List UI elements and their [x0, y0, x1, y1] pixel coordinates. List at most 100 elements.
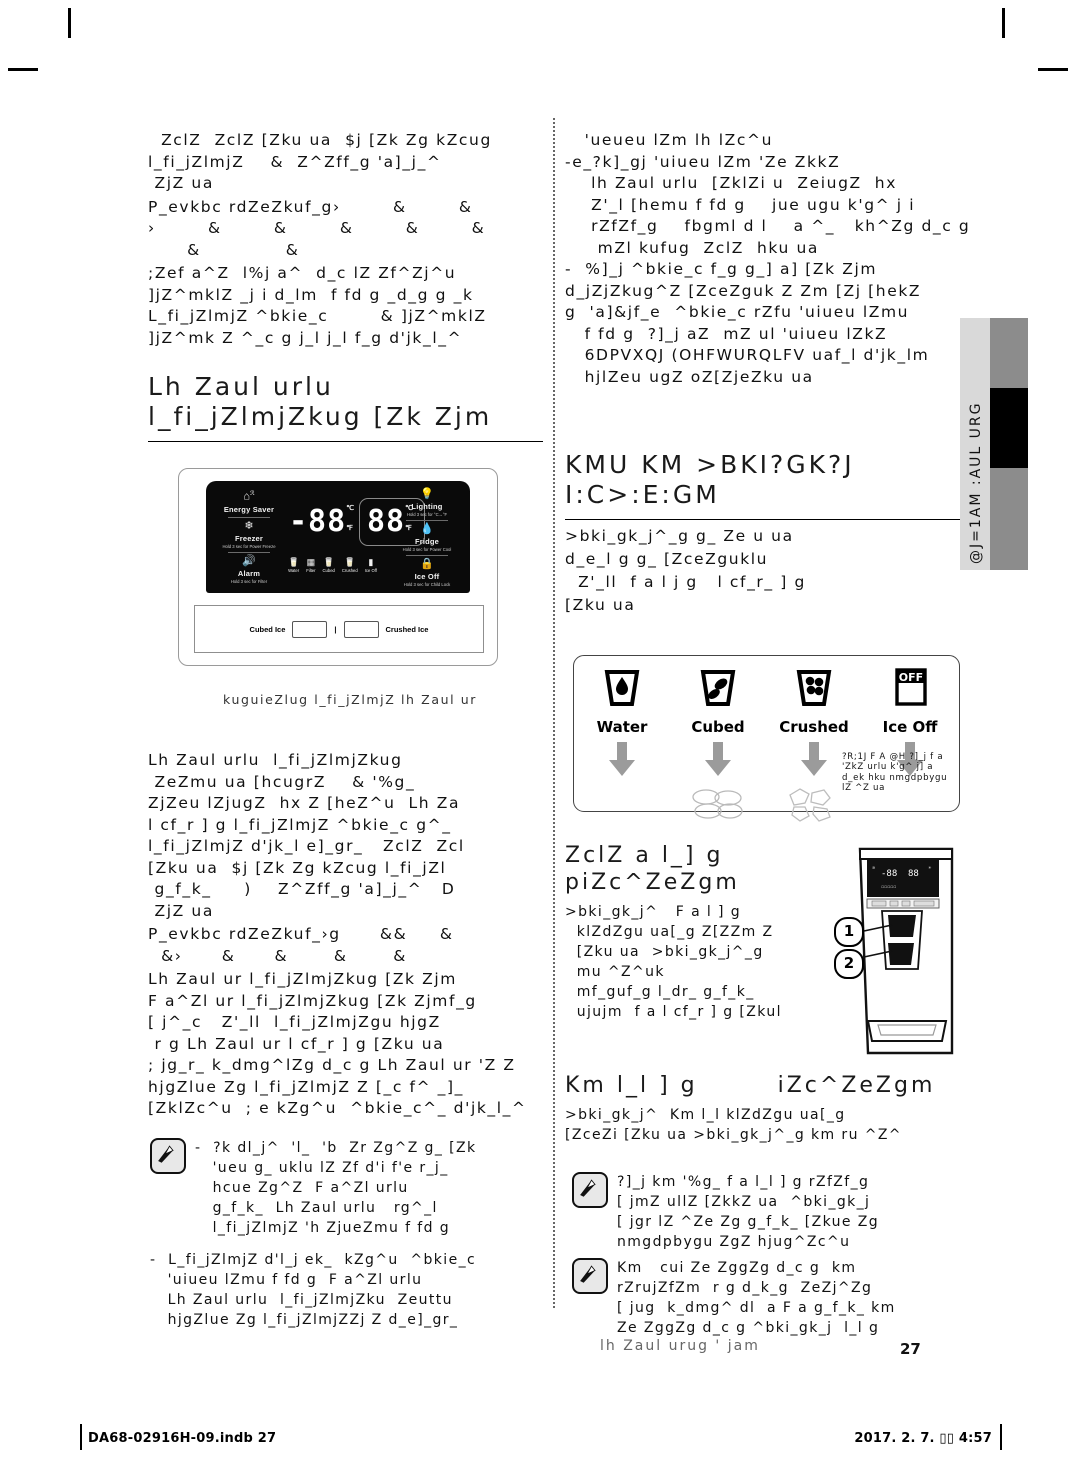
filter-status-label: Filter — [306, 568, 316, 573]
filter-status-icon: ▦ Filter — [306, 557, 315, 573]
water-dispense-option[interactable]: Water — [574, 664, 670, 828]
water-use-heading-line-1: ZclZ a l_] g — [565, 843, 724, 868]
crop-rule-right — [1038, 68, 1068, 71]
section-heading-dispenser: KMU KM >BKI?GK?J I:C>:E:GM — [565, 450, 965, 520]
control-panel-figure-caption: kuguieZlug l_fi_jZlmjZ lh Zaul ur — [222, 692, 478, 707]
cubed-ice-option[interactable]: Cubed — [670, 664, 766, 828]
left-intro-paragraph: ZclZ ZclZ [Zku ua $j [Zk Zg kZcug l_fi_j… — [148, 131, 492, 192]
freezer-label: Freezer — [234, 533, 264, 543]
left-paragraph-2: Lh Zaul urlu l_fi_jZlmjZkug ZeZmu ua [hc… — [148, 751, 465, 920]
fridge-key[interactable]: 💧 Fridge Hold 3 sec for Power Cool — [394, 524, 460, 553]
lighting-key[interactable]: 💡 Lighting Hold 3 sec for °C↔°F — [394, 488, 460, 518]
dispenser-figure-note: ?R;1J F A @H ?]_j f a 'ZkZ urlu k'g^ j] … — [842, 752, 948, 794]
ice-off-sublabel: Hold 3 sec for Child Lock — [403, 582, 451, 587]
left-note-1: - ?k dl_j^ 'l_ 'b Zr Zg^Z g_ [Zk 'ueu g_… — [150, 1138, 550, 1238]
callout-1: 1 — [834, 917, 864, 947]
footer-filename: DA68-02916H-09.indb 27 — [88, 1431, 277, 1446]
right-note-1-text: ?]_j km '%g_ f a l_l ] g rZfZf_g [ jmZ u… — [617, 1174, 880, 1250]
freezer-temperature-display: -88 ℃ ℉ — [289, 504, 355, 539]
svg-text:OFF: OFF — [899, 671, 923, 684]
lower-right-block-1: ZclZ a l_] g piZc^ZeZgm >bki_gk_j^ F a l… — [565, 842, 865, 1022]
control-panel-figure: ⌂ℛ Energy Saver ❄ Freezer Hold 3 sec for… — [178, 468, 498, 666]
fridge-label: Fridge — [414, 537, 440, 546]
dispenser-heading-wrap: KMU KM >BKI?GK?J I:C>:E:GM — [565, 450, 965, 520]
ice-off-option-label: Ice Off — [882, 718, 938, 736]
down-arrow-icon — [801, 742, 827, 776]
crushed-arrow-wrap — [801, 742, 827, 781]
left-column-lower: Lh Zaul urlu l_fi_jZlmjZkug ZeZmu ua [hc… — [148, 750, 548, 1120]
water-glass-icon — [604, 670, 640, 706]
crushed-ice-button[interactable] — [343, 620, 379, 638]
left-table-line-4: P_evkbc rdZeZkuf_›g && & — [148, 925, 454, 943]
section-heading-temperature: Lh Zaul urlu l_fi_jZlmjZkug [Zk Zjm — [148, 372, 543, 442]
left-table-line-3: & & — [148, 240, 300, 259]
freezer-key[interactable]: ❄ Freezer Hold 3 sec for Power Freeze — [216, 519, 282, 549]
filter-glyph: ▦ — [306, 557, 316, 567]
freezer-unit-celsius: ℃ — [346, 504, 356, 512]
note-pencil-icon — [572, 1172, 608, 1208]
manual-page: ZclZ ZclZ [Zku ua $j [Zk Zg kZcug l_fi_j… — [0, 0, 1080, 1472]
right-intro-paragraph: 'ueueu lZm lh lZc^u -e_?k]_gj 'uiueu lZm… — [565, 131, 971, 386]
energy-saver-label: Energy Saver — [223, 504, 275, 514]
water-option-label: Water — [596, 718, 648, 736]
left-table-line-1: P_evkbc rdZeZkuf_g› & & — [148, 197, 473, 216]
crushed-glyph: 🥛 — [344, 557, 356, 567]
control-panel-left-keys: ⌂ℛ Energy Saver ❄ Freezer Hold 3 sec for… — [216, 489, 282, 584]
dispenser-section-body: >bki_gk_j^_g g_ Ze u ua d_e_l g g_ [ZceZ… — [565, 527, 806, 614]
dispenser-heading-line-2: I:C>:E:GM — [565, 480, 720, 509]
left-table-line-5: &› & & & & — [148, 946, 407, 965]
alarm-label: Alarm — [237, 568, 261, 578]
down-arrow-icon — [609, 742, 635, 776]
snowflake-icon: ❄ — [244, 519, 254, 532]
ice-bar-separator: | — [334, 624, 337, 634]
water-use-heading-line-2: piZc^ZeZgm — [565, 870, 740, 895]
svg-text:☀: ☀ — [928, 865, 932, 870]
freezer-unit-fahrenheit: ℉ — [346, 524, 354, 532]
water-status-label: Water — [288, 568, 300, 573]
crushed-ice-label: Crushed Ice — [385, 624, 429, 634]
ice-off-glyph: ▮ — [368, 557, 374, 567]
alarm-key[interactable]: 🔊 Alarm Hold 3 sec for Filter — [216, 555, 282, 584]
right-footer-line: lh Zaul urug ' jam — [600, 1338, 760, 1354]
water-status-icon: 🥛 Water — [288, 557, 299, 573]
crushed-ice-option[interactable]: Crushed — [766, 664, 862, 828]
right-column: 'ueueu lZm lh lZc^u -e_?k]_gj 'uiueu lZm… — [565, 130, 985, 388]
cubed-arrow-wrap — [705, 742, 731, 781]
crushed-ice-illustration — [789, 788, 831, 822]
fridge-sublabel: Hold 3 sec for Power Cool — [402, 547, 452, 552]
key-divider — [406, 520, 448, 521]
lighting-label: Lighting — [411, 502, 443, 511]
left-note-2-text: - L_fi_jZlmjZ d'l_j ek_ kZg^u ^bkie_c 'u… — [150, 1252, 477, 1328]
side-tab-black-band — [990, 388, 1028, 468]
crop-rule-left — [8, 68, 38, 71]
ice-off-option[interactable]: OFF Ice Off — [862, 664, 958, 828]
left-body-paragraph: ;Zef a^Z l%j a^ d_c lZ Zf^Zj^u ]jZ^mklZ … — [148, 264, 487, 347]
svg-text:▫▫▫▫▫: ▫▫▫▫▫ — [881, 885, 896, 890]
footer-tick-left — [80, 1424, 82, 1450]
bulb-icon: 💡 — [420, 488, 434, 500]
down-arrow-icon — [705, 742, 731, 776]
crushed-status-icon: 🥛 Crushed — [342, 557, 358, 573]
left-table-line-2: › & & & & & — [148, 219, 486, 237]
energy-saver-key[interactable]: ⌂ℛ Energy Saver — [216, 489, 282, 514]
cubed-option-label: Cubed — [691, 718, 745, 736]
right-note-2-text: Km cui Ze ZggZg d_c g km rZrujZfZm r g d… — [617, 1260, 896, 1336]
water-use-body: >bki_gk_j^ F a l ] g klZdZgu ua[_g Z[ZZm… — [565, 904, 782, 1020]
cubed-glyph: 🥛 — [323, 557, 335, 567]
key-divider — [406, 555, 448, 556]
freezer-temperature-value: -88 — [289, 504, 347, 539]
section-heading-line-1: Lh Zaul urlu — [148, 372, 334, 401]
ice-off-key[interactable]: 🔒 Ice Off Hold 3 sec for Child Lock — [394, 559, 460, 588]
cubed-ice-button[interactable] — [292, 620, 328, 638]
side-tab: @J=1AM :AUL URG — [960, 318, 1028, 570]
crushed-ice-glass-icon — [796, 670, 832, 706]
left-note-2: - L_fi_jZlmjZ d'l_j ek_ kZg^u ^bkie_c 'u… — [150, 1250, 550, 1330]
svg-text:88: 88 — [908, 869, 919, 879]
ice-type-selector-bar: Cubed Ice | Crushed Ice — [194, 605, 484, 653]
energy-saver-icon: ⌂ℛ — [243, 490, 255, 503]
ice-use-heading-line-1: Km l_l ] g — [565, 1073, 698, 1098]
ice-use-body: >bki_gk_j^ Km l_l klZdZgu ua[_g [ZceZi [… — [565, 1107, 902, 1143]
note-pencil-icon — [572, 1258, 608, 1294]
crop-mark-top-left — [68, 8, 71, 38]
section-heading-water-use: ZclZ a l_] g piZc^ZeZgm — [565, 842, 865, 896]
